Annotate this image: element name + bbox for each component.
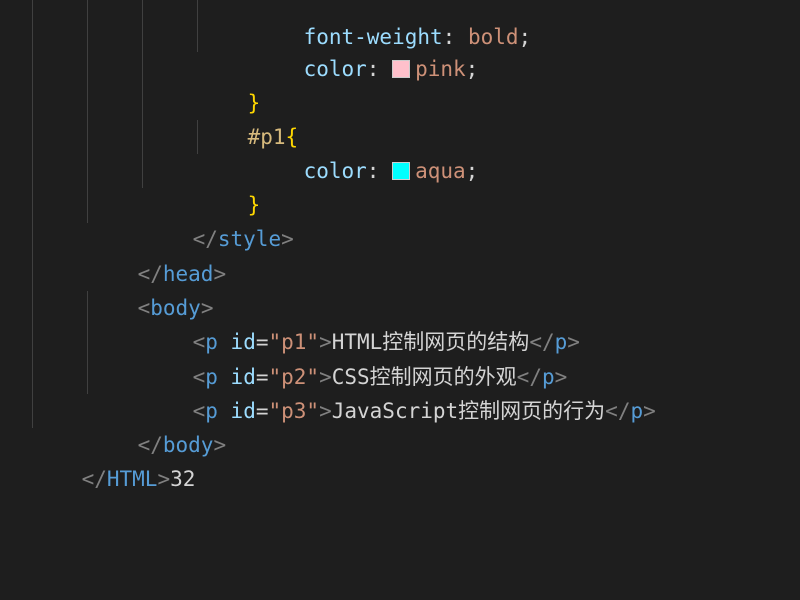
- code-editor[interactable]: font-weight: bold; color: pink; } #p1{ c…: [0, 0, 800, 600]
- tag-bracket: >: [213, 262, 227, 286]
- code-line[interactable]: color: aqua;: [253, 120, 479, 183]
- css-value: pink: [415, 57, 466, 81]
- semicolon: ;: [465, 57, 479, 81]
- code-line[interactable]: <p id="p1">HTML控制网页的结构</p>: [142, 291, 580, 354]
- code-line[interactable]: <p id="p2">CSS控制网页的外观</p>: [142, 326, 568, 389]
- code-line[interactable]: color: pink;: [253, 18, 479, 81]
- colon: :: [366, 57, 393, 81]
- code-line[interactable]: #p1{: [197, 86, 299, 149]
- tag-bracket: >: [281, 227, 294, 251]
- code-line[interactable]: <p id="p3">JavaScript控制网页的行为</p>: [142, 360, 656, 423]
- attribute-value: "p3": [268, 399, 320, 423]
- colon: :: [366, 159, 393, 183]
- tag-name: HTML: [106, 467, 158, 491]
- color-swatch-icon[interactable]: [392, 162, 411, 180]
- tag-bracket: </: [605, 399, 631, 423]
- code-line[interactable]: font-weight: bold;: [253, 0, 532, 49]
- css-property: color: [303, 159, 367, 183]
- tag-bracket: >: [157, 467, 171, 491]
- tag-bracket: >: [213, 433, 227, 457]
- css-value: aqua: [415, 159, 466, 183]
- code-line[interactable]: }: [197, 52, 261, 115]
- tag-bracket: >: [567, 330, 580, 354]
- code-line[interactable]: </head>: [87, 223, 227, 286]
- code-line[interactable]: </style>: [142, 188, 294, 251]
- color-swatch-icon[interactable]: [392, 60, 411, 78]
- code-line[interactable]: </HTML>32: [31, 428, 196, 491]
- attribute-name: id: [230, 399, 256, 423]
- code-line[interactable]: <body>: [87, 257, 214, 320]
- code-line[interactable]: }: [197, 154, 261, 217]
- element-text: JavaScript控制网页的行为: [331, 399, 606, 423]
- indent-guide: [142, 0, 143, 188]
- tag-bracket: </: [81, 467, 107, 491]
- tag-bracket: >: [643, 399, 656, 423]
- equals-sign: =: [255, 399, 269, 423]
- semicolon: ;: [465, 159, 479, 183]
- indent-guide: [87, 0, 88, 223]
- tag-name: p: [630, 399, 644, 423]
- tag-bracket: >: [319, 399, 332, 423]
- trailing-text: 32: [170, 467, 196, 491]
- code-line[interactable]: </body>: [87, 394, 227, 457]
- indent-guide: [197, 0, 198, 52]
- semicolon: ;: [518, 25, 532, 49]
- css-property: color: [303, 57, 367, 81]
- indent-guide: [32, 0, 33, 428]
- tag-name: style: [217, 227, 282, 251]
